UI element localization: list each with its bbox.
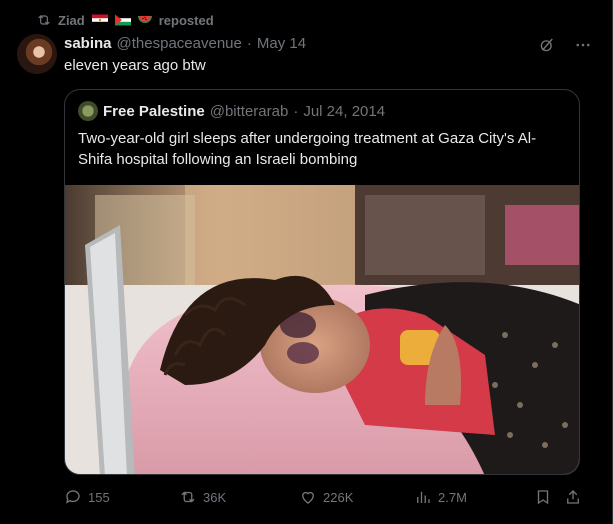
post-header: sabina @thespaceavenue · May 14 [64, 35, 306, 52]
quoted-post[interactable]: Free Palestine @bitterarab · Jul 24, 201… [64, 89, 580, 475]
post-date[interactable]: May 14 [257, 35, 306, 52]
like-count: 226K [323, 489, 354, 505]
quoted-post-header: Free Palestine @bitterarab · Jul 24, 201… [78, 101, 385, 121]
egypt-flag-emoji [91, 12, 108, 28]
display-name[interactable]: sabina [64, 35, 112, 52]
quoted-photo[interactable] [65, 185, 579, 474]
repost-user[interactable]: Ziad [58, 13, 85, 28]
quoted-separator: · [293, 102, 299, 120]
share-icon [567, 490, 579, 504]
like-icon [302, 491, 314, 504]
handle[interactable]: @thespaceavenue [117, 35, 242, 52]
grok-icon[interactable] [538, 36, 556, 54]
repost-context[interactable]: Ziad reposted [36, 10, 214, 30]
quoted-display-name[interactable]: Free Palestine [103, 103, 205, 120]
repost-suffix: reposted [158, 12, 214, 28]
action-bar: 155 36K 226K 2.7M [64, 488, 584, 508]
repost-icon [38, 15, 50, 25]
separator: · [246, 35, 252, 52]
reply-icon [65, 490, 80, 504]
share-button[interactable] [564, 488, 582, 506]
post-top-actions [538, 36, 592, 54]
post-text: eleven years ago btw [64, 57, 206, 74]
more-icon[interactable] [574, 36, 592, 54]
views-count: 2.7M [438, 489, 467, 505]
bookmark-icon [537, 490, 549, 505]
repost-count: 36K [203, 489, 227, 505]
views-button[interactable]: 2.7M [414, 488, 467, 506]
bookmark-button[interactable] [534, 488, 552, 506]
quoted-handle[interactable]: @bitterarab [210, 103, 289, 120]
like-button[interactable]: 226K [299, 488, 353, 506]
watermelon-emoji [137, 12, 153, 28]
quoted-post-text: Two-year-old girl sleeps after undergoin… [78, 130, 537, 168]
avatar[interactable] [17, 34, 57, 74]
photo-illustration [65, 185, 579, 474]
reply-button[interactable]: 155 [64, 488, 110, 506]
repost-button[interactable]: 36K [179, 488, 226, 506]
palestine-flag-emoji [114, 12, 131, 28]
quoted-date[interactable]: Jul 24, 2014 [303, 103, 385, 120]
reply-count: 155 [88, 489, 110, 505]
repost-icon [181, 491, 195, 503]
quoted-avatar[interactable] [78, 101, 98, 121]
views-icon [417, 491, 430, 503]
